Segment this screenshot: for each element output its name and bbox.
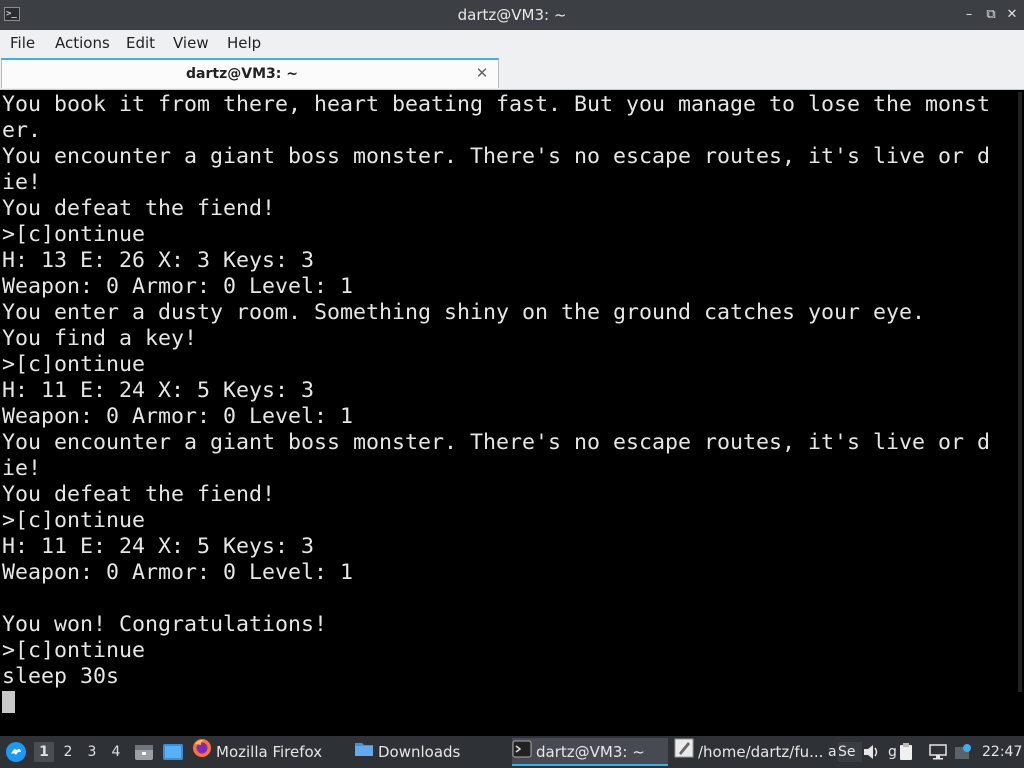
taskbar: 1 2 3 4 Mozilla Firefox Downloads dartz@… <box>0 736 1024 768</box>
terminal-line: You enter a dusty room. Something shiny … <box>2 300 926 325</box>
terminal-line: ie! <box>2 170 42 195</box>
terminal-icon <box>512 739 532 765</box>
workspace-2[interactable]: 2 <box>58 742 78 762</box>
terminal-line: Weapon: 0 Armor: 0 Level: 1 <box>2 560 354 585</box>
task-text-editor[interactable]: /home/dartz/fu... <box>674 738 824 766</box>
archive-launcher-icon[interactable] <box>134 743 154 761</box>
menu-edit[interactable]: Edit <box>126 30 155 56</box>
folder-icon <box>354 739 374 767</box>
window-titlebar[interactable]: >_ dartz@VM3: ~ – ⧉ ✕ <box>0 0 1024 30</box>
firefox-icon <box>192 738 212 766</box>
window-title: dartz@VM3: ~ <box>457 6 567 24</box>
terminal-line: H: 11 E: 24 X: 5 Keys: 3 <box>2 378 315 403</box>
task-downloads[interactable]: Downloads <box>354 738 504 766</box>
terminal-line: You encounter a giant boss monster. Ther… <box>2 144 991 169</box>
menu-help[interactable]: Help <box>227 30 261 56</box>
terminal-output[interactable]: You book it from there, heart beating fa… <box>0 90 1024 736</box>
terminal-scrollbar[interactable] <box>1018 92 1022 692</box>
terminal-line: You won! Congratulations! <box>2 612 328 637</box>
terminal-line: ie! <box>2 456 42 481</box>
terminal-line: >[c]ontinue <box>2 352 146 377</box>
menu-file[interactable]: File <box>10 30 35 56</box>
task-label: dartz@VM3: ~ <box>536 743 645 761</box>
notification-icon[interactable] <box>954 744 972 760</box>
task-label: Downloads <box>378 743 461 761</box>
task-label: /home/dartz/fu... <box>698 743 824 761</box>
menu-actions[interactable]: Actions <box>55 30 110 56</box>
clipboard-icon[interactable] <box>899 743 913 761</box>
terminal-line: H: 13 E: 26 X: 3 Keys: 3 <box>2 248 315 273</box>
workspace-4[interactable]: 4 <box>106 742 126 762</box>
terminal-line: Weapon: 0 Armor: 0 Level: 1 <box>2 404 354 429</box>
menu-bar: File Actions Edit View Help <box>0 30 1024 56</box>
tab-terminal[interactable]: dartz@VM3: ~ ✕ <box>1 58 499 88</box>
terminal-line: sleep 30s <box>2 664 120 689</box>
terminal-line: You defeat the fiend! <box>2 482 276 507</box>
application-menu-icon[interactable] <box>5 741 27 763</box>
terminal-line: >[c]ontinue <box>2 222 146 247</box>
text-editor-icon <box>674 738 694 766</box>
tray-item[interactable]: Se <box>838 742 862 762</box>
terminal-line: >[c]ontinue <box>2 508 146 533</box>
show-desktop-icon[interactable] <box>162 743 184 761</box>
terminal-line: You find a key! <box>2 326 198 351</box>
tab-label: dartz@VM3: ~ <box>186 66 298 82</box>
workspace-1[interactable]: 1 <box>34 742 54 762</box>
terminal-cursor <box>2 691 15 713</box>
task-label: Mozilla Firefox <box>216 743 323 761</box>
task-firefox[interactable]: Mozilla Firefox <box>192 738 342 766</box>
tab-bar: dartz@VM3: ~ ✕ <box>0 56 1024 90</box>
terminal-line: You encounter a giant boss monster. Ther… <box>2 430 991 455</box>
maximize-button[interactable]: ⧉ <box>982 5 1000 25</box>
tray-item[interactable]: a <box>828 742 837 762</box>
task-terminal[interactable]: dartz@VM3: ~ <box>512 738 668 766</box>
terminal-line: >[c]ontinue <box>2 638 146 663</box>
terminal-line: You defeat the fiend! <box>2 196 276 221</box>
clock[interactable]: 22:47 <box>982 742 1022 762</box>
minimize-button[interactable]: – <box>960 5 978 25</box>
terminal-line: Weapon: 0 Armor: 0 Level: 1 <box>2 274 354 299</box>
menu-view[interactable]: View <box>173 30 209 56</box>
tab-close-icon[interactable]: ✕ <box>474 65 490 81</box>
terminal-line: You book it from there, heart beating fa… <box>2 92 991 117</box>
close-button[interactable]: ✕ <box>1003 5 1021 25</box>
terminal-line: er. <box>2 118 42 143</box>
volume-icon[interactable] <box>862 744 882 760</box>
network-icon[interactable] <box>928 744 948 760</box>
terminal-line: H: 11 E: 24 X: 5 Keys: 3 <box>2 534 315 559</box>
tray-item[interactable]: g <box>888 742 897 762</box>
workspace-3[interactable]: 3 <box>82 742 102 762</box>
